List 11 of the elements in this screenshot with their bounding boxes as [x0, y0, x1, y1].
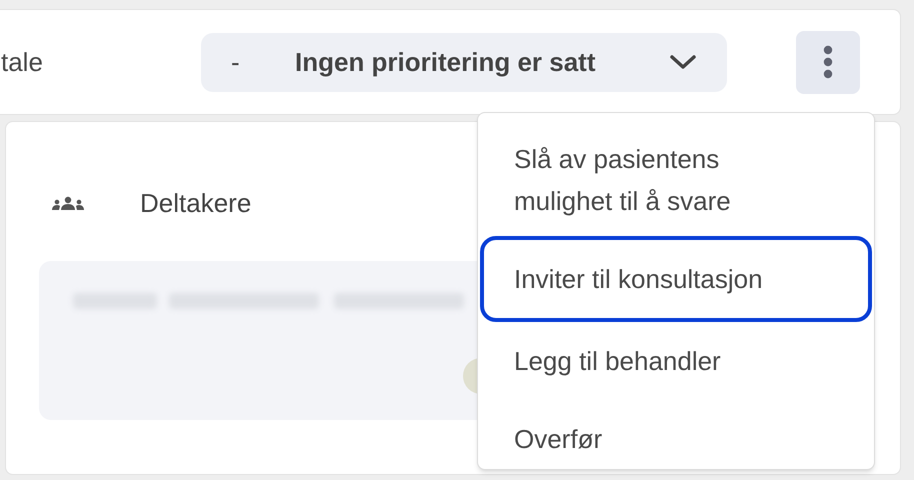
menu-item[interactable]: Slå av pasientens mulighet til å svare — [480, 134, 810, 232]
more-menu-button[interactable] — [796, 30, 860, 94]
chevron-down-icon — [669, 54, 697, 70]
group-icon — [51, 196, 85, 212]
menu-item[interactable]: Overfør — [480, 400, 872, 478]
more-vertical-icon — [823, 45, 833, 79]
header-title: tale — [1, 46, 44, 78]
menu-item[interactable]: Inviter til konsultasjon — [480, 236, 872, 322]
priority-dropdown[interactable]: - Ingen prioritering er satt — [201, 32, 727, 92]
section-title: Deltakere — [140, 187, 252, 220]
menu-item[interactable]: Legg til behandler — [480, 322, 872, 400]
